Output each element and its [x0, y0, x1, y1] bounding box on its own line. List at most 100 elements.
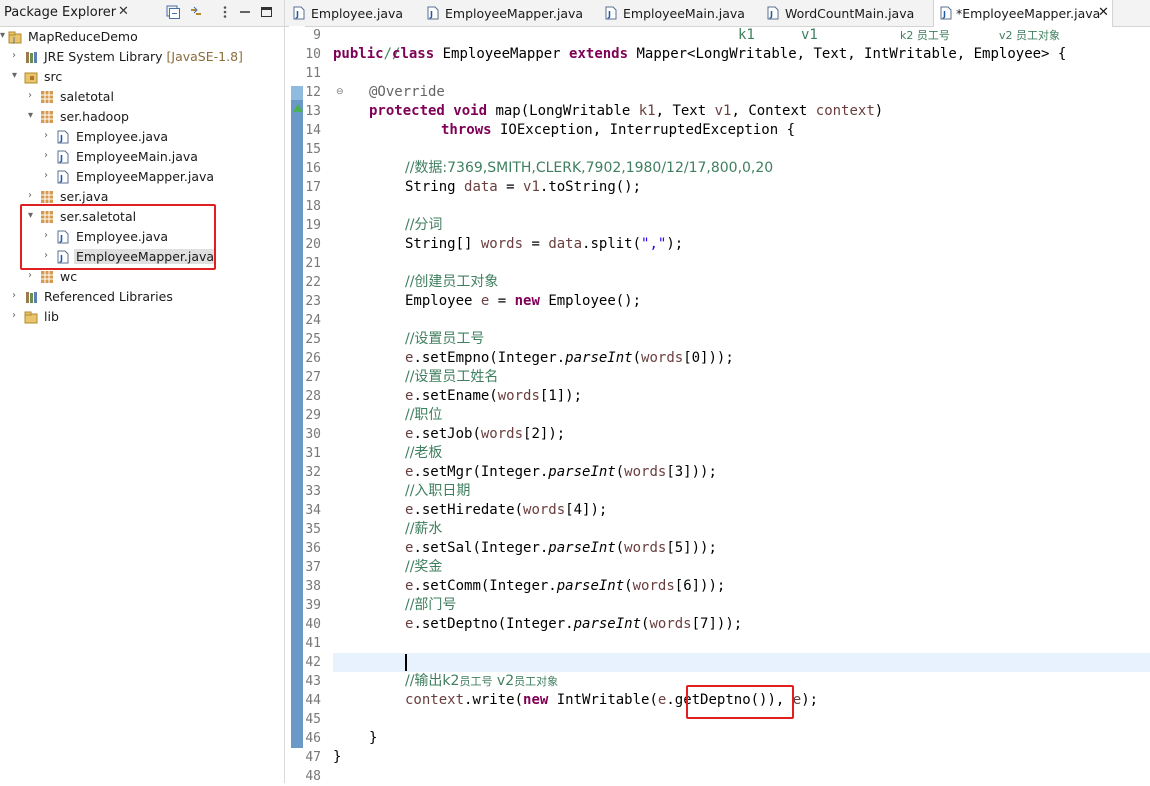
package-icon [40, 110, 54, 124]
collapse-all-icon[interactable] [166, 5, 180, 19]
java-file-icon: J [56, 150, 70, 164]
minimize-icon[interactable] [238, 5, 252, 19]
annotation-highlight-box [686, 685, 794, 719]
change-bar [291, 86, 303, 748]
java-file-icon: J [56, 130, 70, 144]
code-line: e.setDeptno(Integer.parseInt(words[7])); [405, 616, 743, 632]
line-number: 24 [305, 313, 321, 328]
package-explorer-title: Package Explorer [4, 5, 117, 20]
java-file-icon: J [427, 6, 439, 20]
line-number: 25 [305, 332, 321, 347]
code-line: protected void map(LongWritable k1, Text… [369, 103, 884, 119]
line-number: 28 [305, 389, 321, 404]
tree-item-jre[interactable]: › JRE System Library [JavaSE-1.8] [0, 47, 284, 67]
tree-item-project[interactable]: ▾ J MapReduceDemo [0, 27, 284, 47]
line-number: 29 [305, 408, 321, 423]
code-line: } [369, 730, 378, 746]
tree-item-lib[interactable]: › lib [0, 307, 284, 327]
code-line: } [333, 749, 342, 765]
svg-text:J: J [769, 10, 773, 19]
line-number: 16 [305, 161, 321, 176]
comment-v1: v1 [801, 27, 818, 43]
line-number: 10 [305, 47, 321, 62]
java-file-icon: J [605, 6, 617, 20]
package-icon [40, 270, 54, 284]
override-marker-icon [293, 104, 303, 112]
line-number: 21 [305, 256, 321, 271]
line-number: 43 [305, 674, 321, 689]
package-icon [40, 90, 54, 104]
line-number: 13 [305, 104, 321, 119]
code-line: String data = v1.toString(); [405, 179, 642, 195]
code-line: @Override [369, 84, 445, 100]
java-project-icon: J [8, 30, 22, 44]
line-number: 40 [305, 617, 321, 632]
editor-tab[interactable]: J WordCountMain.java [767, 0, 927, 26]
line-number: 23 [305, 294, 321, 309]
tree-item-package[interactable]: › saletotal [0, 87, 284, 107]
maximize-icon[interactable] [260, 5, 274, 19]
code-line: //输出k2员工号 v2员工对象 [405, 673, 559, 689]
editor-tab[interactable]: J EmployeeMapper.java [427, 0, 599, 26]
code-line: e.setJob(words[2]); [405, 426, 566, 442]
line-number: 15 [305, 142, 321, 157]
code-line: Employee e = new Employee(); [405, 293, 642, 309]
link-with-editor-icon[interactable] [189, 5, 203, 19]
current-line-highlight [333, 653, 1150, 672]
line-number: 41 [305, 636, 321, 651]
package-explorer-tab[interactable]: Package Explorer ✕ [0, 0, 284, 27]
code-line: //入职日期 [405, 483, 471, 499]
svg-text:J: J [607, 10, 611, 19]
code-editor: J Employee.java J EmployeeMapper.java J … [285, 0, 1150, 784]
package-icon [40, 190, 54, 204]
code-line: e.setEname(words[1]); [405, 388, 583, 404]
fold-toggle-icon[interactable]: ⊖ [336, 87, 344, 97]
line-number: 39 [305, 598, 321, 613]
line-number: 35 [305, 522, 321, 537]
java-file-icon: J [940, 6, 952, 20]
tree-item-file[interactable]: › J Employee.java [0, 127, 284, 147]
close-tab-icon[interactable]: ✕ [1098, 5, 1109, 20]
java-file-icon: J [767, 6, 779, 20]
package-explorer: Package Explorer ✕ ▾ J MapReduceDemo › J… [0, 0, 285, 783]
code-line: //职位 [405, 407, 443, 423]
code-line: //老板 [405, 445, 443, 461]
code-line: e.setSal(Integer.parseInt(words[5])); [405, 540, 717, 556]
code-line: e.setMgr(Integer.parseInt(words[3])); [405, 464, 717, 480]
line-number: 45 [305, 712, 321, 727]
code-line: public class EmployeeMapper extends Mapp… [333, 46, 1067, 62]
code-line: //创建员工对象 [405, 274, 499, 290]
tree-item-package[interactable]: › wc [0, 267, 284, 287]
code-line: //设置员工姓名 [405, 369, 499, 385]
text-caret [405, 654, 407, 671]
code-line: //分词 [405, 217, 443, 233]
folder-icon [24, 310, 38, 324]
line-number: 36 [305, 541, 321, 556]
tree-item-src[interactable]: ▾ src [0, 67, 284, 87]
tree-item-package[interactable]: ▾ ser.hadoop [0, 107, 284, 127]
line-number: 11 [305, 66, 321, 81]
view-menu-icon[interactable] [218, 5, 232, 19]
annotation-highlight-box [20, 204, 216, 270]
code-line: throws IOException, InterruptedException… [441, 122, 796, 138]
java-file-icon: J [293, 6, 305, 20]
close-view-icon[interactable]: ✕ [118, 4, 129, 19]
code-line: //奖金 [405, 559, 443, 575]
svg-text:J: J [59, 174, 63, 183]
line-number: 27 [305, 370, 321, 385]
line-number: 18 [305, 199, 321, 214]
tree-item-file[interactable]: › J EmployeeMapper.java [0, 167, 284, 187]
tree-item-file[interactable]: › J EmployeeMain.java [0, 147, 284, 167]
code-line: //薪水 [405, 521, 443, 537]
line-number: 44 [305, 693, 321, 708]
code-line: // [383, 46, 401, 62]
java-file-icon: J [56, 170, 70, 184]
tree-item-referenced-libraries[interactable]: › Referenced Libraries [0, 287, 284, 307]
line-number: 46 [305, 731, 321, 746]
line-number: 26 [305, 351, 321, 366]
editor-tab[interactable]: J Employee.java [293, 0, 421, 26]
line-number: 38 [305, 579, 321, 594]
editor-tab[interactable]: J EmployeeMain.java [605, 0, 765, 26]
editor-tab-active[interactable]: J *EmployeeMapper.java ✕ [933, 0, 1113, 27]
code-line: String[] words = data.split(","); [405, 236, 684, 252]
